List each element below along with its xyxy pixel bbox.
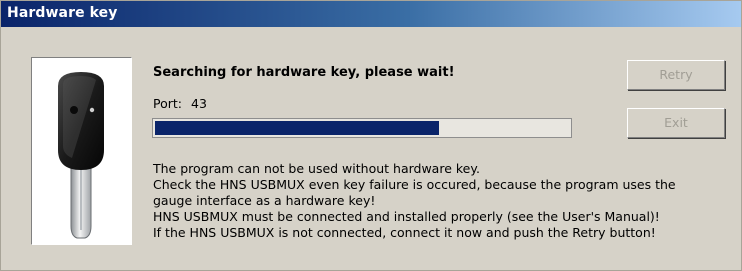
retry-button[interactable]: Retry [627,60,725,90]
hardware-key-dialog: Hardware key Searching for hardware key,… [0,0,742,271]
message-line: The program can not be used without hard… [153,161,480,176]
usb-key-icon [58,72,104,239]
message-line: Check the HNS USBMUX even key failure is… [153,177,676,192]
port-row: Port: 43 [153,96,207,111]
port-label: Port: [153,96,182,111]
title-bar[interactable]: Hardware key [1,1,741,27]
port-value: 43 [191,96,207,111]
search-progress-bar [152,118,572,138]
message-line: If the HNS USBMUX is not connected, conn… [153,225,656,240]
exit-button[interactable]: Exit [627,108,725,138]
key-image-frame [31,57,132,245]
window-title: Hardware key [7,5,118,21]
info-message: The program can not be used without hard… [153,161,728,241]
message-line: gauge interface as a hardware key! [153,193,376,208]
message-line: HNS USBMUX must be connected and install… [153,209,660,224]
progress-fill [155,121,439,135]
status-heading: Searching for hardware key, please wait! [153,65,455,80]
